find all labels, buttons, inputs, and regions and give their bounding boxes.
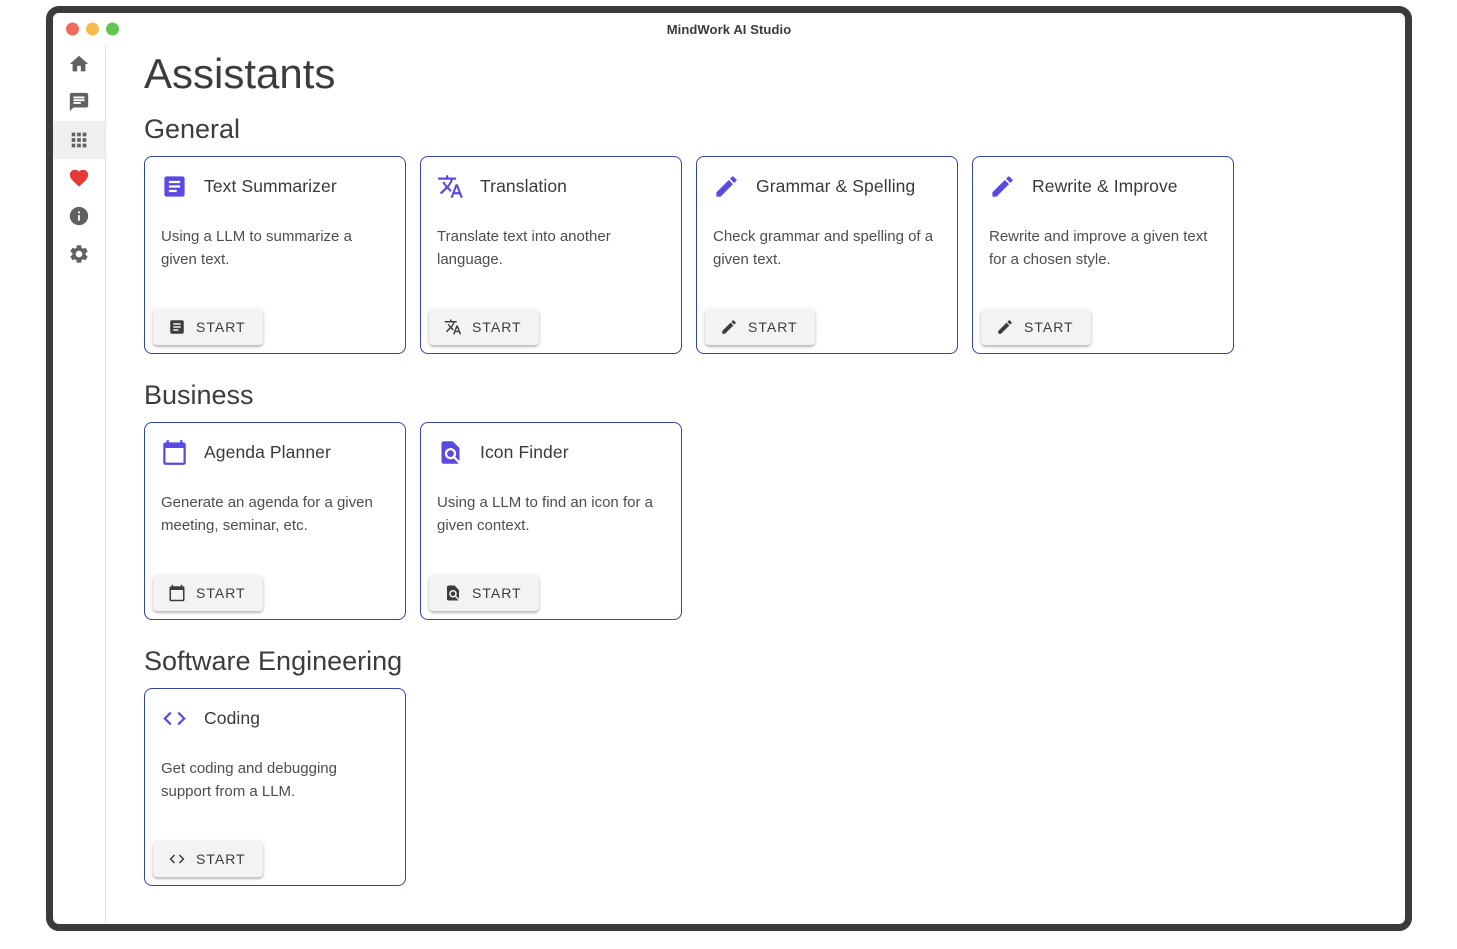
card-title: Coding xyxy=(204,708,260,729)
card-actions: START xyxy=(429,309,539,345)
card-actions: START xyxy=(153,575,263,611)
section-title: General xyxy=(144,112,1405,146)
sidebar xyxy=(53,45,106,924)
sidebar-item-home[interactable] xyxy=(53,45,105,83)
start-button-label: START xyxy=(748,319,798,335)
chat-icon xyxy=(68,91,90,113)
app-window: MindWork AI Studio Assistants General Tex… xyxy=(46,6,1412,931)
card-actions: START xyxy=(429,575,539,611)
zoom-button[interactable] xyxy=(106,23,119,36)
start-button[interactable]: START xyxy=(429,575,539,611)
start-button[interactable]: START xyxy=(429,309,539,345)
sidebar-item-settings[interactable] xyxy=(53,235,105,273)
sidebar-item-chats[interactable] xyxy=(53,83,105,121)
card-title: Rewrite & Improve xyxy=(1032,176,1178,197)
card-actions: START xyxy=(153,309,263,345)
translate-icon xyxy=(444,318,462,336)
assistant-card-translation: Translation Translate text into another l… xyxy=(420,156,682,354)
card-title: Translation xyxy=(480,176,567,197)
start-button-label: START xyxy=(196,319,246,335)
card-description: Rewrite and improve a given text for a c… xyxy=(973,226,1233,271)
edit-icon xyxy=(713,173,740,200)
translate-icon xyxy=(437,173,464,200)
apps-icon xyxy=(68,129,90,151)
edit-icon xyxy=(996,318,1014,336)
article-icon xyxy=(161,173,188,200)
find-in-page-icon xyxy=(437,439,464,466)
card-title: Agenda Planner xyxy=(204,442,331,463)
card-header: Text Summarizer xyxy=(145,157,405,200)
section-business: Business Agenda Planner Generate an agenda… xyxy=(144,378,1405,620)
calendar-icon xyxy=(168,584,186,602)
edit-icon xyxy=(989,173,1016,200)
card-description: Using a LLM to summarize a given text. xyxy=(145,226,405,271)
app-body: Assistants General Text Summarizer Using a… xyxy=(53,45,1405,924)
card-description: Check grammar and spelling of a given te… xyxy=(697,226,957,271)
assistant-card-text-summarizer: Text Summarizer Using a LLM to summarize … xyxy=(144,156,406,354)
code-icon xyxy=(161,705,188,732)
assistant-card-rewrite-improve: Rewrite & Improve Rewrite and improve a g… xyxy=(972,156,1234,354)
start-button-label: START xyxy=(472,585,522,601)
start-button-label: START xyxy=(196,585,246,601)
code-icon xyxy=(168,850,186,868)
start-button-label: START xyxy=(472,319,522,335)
assistant-card-agenda-planner: Agenda Planner Generate an agenda for a g… xyxy=(144,422,406,620)
start-button[interactable]: START xyxy=(153,841,263,877)
card-header: Icon Finder xyxy=(421,423,681,466)
card-actions: START xyxy=(705,309,815,345)
edit-icon xyxy=(720,318,738,336)
card-header: Translation xyxy=(421,157,681,200)
start-button[interactable]: START xyxy=(981,309,1091,345)
section-title: Software Engineering xyxy=(144,644,1405,678)
page-title: Assistants xyxy=(144,50,1405,98)
settings-icon xyxy=(68,243,90,265)
card-actions: START xyxy=(981,309,1091,345)
calendar-icon xyxy=(161,439,188,466)
card-actions: START xyxy=(153,841,263,877)
section-title: Business xyxy=(144,378,1405,412)
window-controls xyxy=(66,23,119,36)
card-title: Text Summarizer xyxy=(204,176,337,197)
section-general: General Text Summarizer Using a LLM to sum… xyxy=(144,112,1405,354)
info-icon xyxy=(68,205,90,227)
minimize-button[interactable] xyxy=(86,23,99,36)
card-header: Agenda Planner xyxy=(145,423,405,466)
sidebar-item-about[interactable] xyxy=(53,197,105,235)
assistant-card-icon-finder: Icon Finder Using a LLM to find an icon f… xyxy=(420,422,682,620)
sidebar-item-assistants[interactable] xyxy=(53,121,105,159)
start-button[interactable]: START xyxy=(705,309,815,345)
card-description: Generate an agenda for a given meeting, … xyxy=(145,492,405,537)
card-header: Grammar & Spelling xyxy=(697,157,957,200)
main-content: Assistants General Text Summarizer Using a… xyxy=(106,45,1405,924)
start-button-label: START xyxy=(1024,319,1074,335)
start-button-label: START xyxy=(196,851,246,867)
window-title: MindWork AI Studio xyxy=(667,22,792,37)
card-row: Text Summarizer Using a LLM to summarize … xyxy=(144,156,1405,354)
section-software-engineering: Software Engineering Coding Get coding and… xyxy=(144,644,1405,886)
card-description: Using a LLM to find an icon for a given … xyxy=(421,492,681,537)
title-bar: MindWork AI Studio xyxy=(53,13,1405,45)
card-row: Agenda Planner Generate an agenda for a g… xyxy=(144,422,1405,620)
start-button[interactable]: START xyxy=(153,575,263,611)
sidebar-item-favorites[interactable] xyxy=(53,159,105,197)
heart-icon xyxy=(68,167,90,189)
card-title: Icon Finder xyxy=(480,442,569,463)
find-in-page-icon xyxy=(444,584,462,602)
card-row: Coding Get coding and debugging support f… xyxy=(144,688,1405,886)
sections-container: General Text Summarizer Using a LLM to sum… xyxy=(144,112,1405,886)
card-title: Grammar & Spelling xyxy=(756,176,915,197)
assistant-card-grammar-spelling: Grammar & Spelling Check grammar and spel… xyxy=(696,156,958,354)
article-icon xyxy=(168,318,186,336)
card-header: Coding xyxy=(145,689,405,732)
card-description: Translate text into another language. xyxy=(421,226,681,271)
card-header: Rewrite & Improve xyxy=(973,157,1233,200)
card-description: Get coding and debugging support from a … xyxy=(145,758,405,803)
home-icon xyxy=(68,53,90,75)
start-button[interactable]: START xyxy=(153,309,263,345)
assistant-card-coding: Coding Get coding and debugging support f… xyxy=(144,688,406,886)
close-button[interactable] xyxy=(66,23,79,36)
